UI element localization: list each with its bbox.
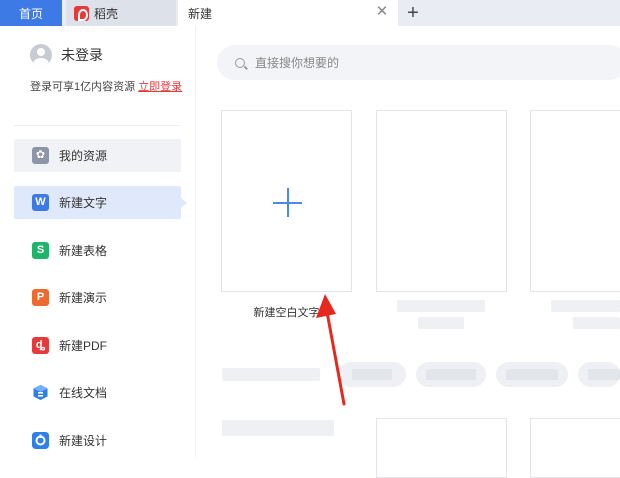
- sidebar-item-label: 新建设计: [59, 434, 108, 448]
- placeholder-pill: [496, 362, 568, 387]
- writer-icon: W: [32, 194, 49, 211]
- design-icon: [32, 432, 49, 449]
- placeholder-pill: [416, 362, 486, 387]
- placeholder-bar: [222, 420, 334, 436]
- template-card[interactable]: [530, 110, 620, 292]
- sidebar-item-label: 我的资源: [59, 149, 108, 163]
- plus-icon-vertical: [287, 188, 289, 217]
- placeholder-bar: [551, 300, 620, 312]
- search-input[interactable]: 直接搜你想要的: [217, 45, 620, 80]
- online-doc-icon: [32, 384, 49, 401]
- tab-home-label: 首页: [18, 6, 43, 21]
- template-card[interactable]: [530, 418, 620, 478]
- search-placeholder: 直接搜你想要的: [255, 56, 340, 70]
- tab-bar: 首页 稻壳 新建 ✕ +: [0, 0, 620, 26]
- user-row[interactable]: 未登录: [30, 44, 103, 66]
- spreadsheet-icon: S: [32, 242, 49, 259]
- sidebar-item-online-doc[interactable]: 在线文档: [14, 376, 181, 409]
- login-tip-text: 登录可享1亿内容资源: [30, 81, 136, 93]
- avatar[interactable]: [30, 44, 52, 66]
- search-icon: [235, 57, 245, 68]
- star-icon: ✿: [32, 147, 49, 164]
- template-card[interactable]: [376, 418, 507, 478]
- annotation-arrow-icon: [316, 294, 346, 406]
- login-tip: 登录可享1亿内容资源 立即登录: [30, 78, 182, 94]
- sidebar-item-label: 新建文字: [59, 196, 108, 210]
- sidebar-item-label: 新建表格: [59, 244, 108, 258]
- sidebar-item-new-presentation[interactable]: P 新建演示: [14, 281, 181, 314]
- tab-new-label: 新建: [188, 6, 213, 21]
- placeholder-pill: [578, 362, 620, 387]
- sidebar-item-my-resources[interactable]: ✿ 我的资源: [14, 139, 181, 172]
- sidebar-item-new-spreadsheet[interactable]: S 新建表格: [14, 234, 181, 267]
- user-name: 未登录: [61, 47, 103, 63]
- placeholder-bar: [397, 300, 485, 312]
- tab-daoke[interactable]: 稻壳: [66, 0, 176, 26]
- placeholder-bar: [418, 317, 464, 329]
- login-link[interactable]: 立即登录: [138, 81, 182, 93]
- daoke-logo-icon: [74, 5, 89, 21]
- placeholder-bar: [222, 368, 320, 381]
- divider: [14, 125, 181, 126]
- sidebar-item-new-pdf[interactable]: ȡ 新建PDF: [14, 329, 181, 362]
- tab-home[interactable]: 首页: [0, 0, 62, 26]
- new-blank-document-card[interactable]: [221, 110, 352, 292]
- sidebar-item-new-design[interactable]: 新建设计: [14, 424, 181, 457]
- sidebar-item-label: 在线文档: [59, 386, 108, 400]
- presentation-icon: P: [32, 289, 49, 306]
- pdf-icon: ȡ: [32, 337, 49, 354]
- sidebar-item-new-writer[interactable]: W 新建文字: [14, 186, 187, 219]
- close-icon[interactable]: ✕: [374, 4, 390, 20]
- tab-daoke-label: 稻壳: [94, 6, 119, 21]
- add-tab-icon[interactable]: +: [402, 2, 424, 24]
- sidebar: 未登录 登录可享1亿内容资源 立即登录 ✿ 我的资源 W 新建文字 S 新建表格 …: [0, 26, 196, 457]
- template-card[interactable]: [376, 110, 507, 292]
- tab-new[interactable]: 新建 ✕: [178, 0, 398, 26]
- sidebar-item-label: 新建PDF: [59, 339, 108, 353]
- sidebar-item-label: 新建演示: [59, 291, 108, 305]
- placeholder-bar: [573, 317, 620, 329]
